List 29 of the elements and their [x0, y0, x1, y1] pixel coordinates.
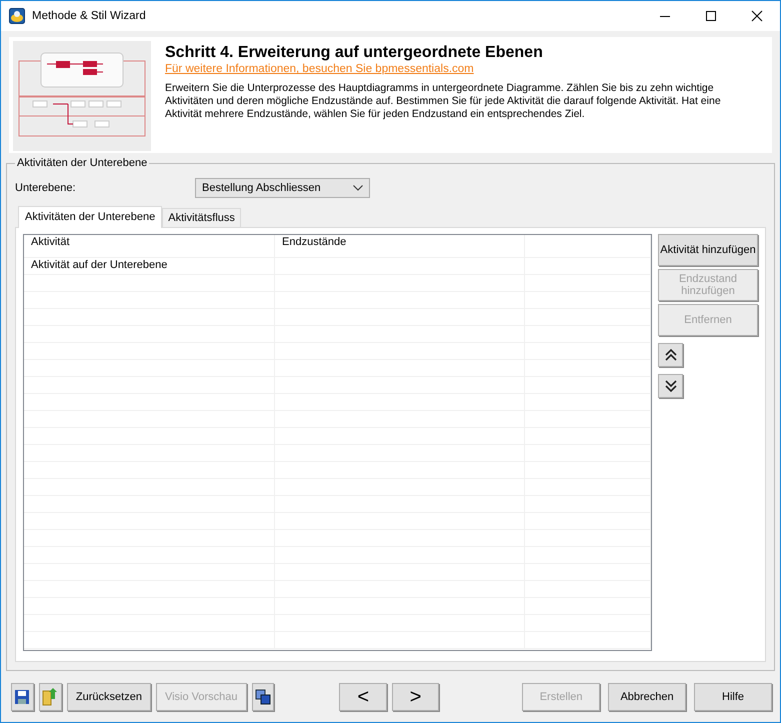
tab[interactable]: Aktivitäten der Unterebene [18, 206, 162, 228]
column-header: Endzustände [275, 235, 525, 257]
next-button[interactable]: > [392, 683, 440, 711]
step-description: Erweitern Sie die Unterprozesse des Hauptdiagramms in untergeordnete Diagramme. Zählen Sie bis zu zehn wichtige Aktivitäten und deren mögliche Endzustände auf. Bestimmen Sie für jede Aktivität die darauf folgende Aktivität. Hat eine Aktivität mehrere Endzustände, wählen Sie für jeden Endzustand ein entsprechendes Ziel. [165, 82, 722, 121]
side-button[interactable]: Aktivität hinzufügen [658, 234, 758, 266]
sublevel-dropdown[interactable]: Bestellung Abschliessen [195, 178, 370, 198]
app-icon [9, 8, 25, 24]
action-button[interactable]: Abbrechen [608, 683, 686, 711]
move-down-button[interactable] [658, 374, 683, 398]
window-title: Methode & Stil Wizard [32, 10, 146, 22]
save-button[interactable] [11, 683, 34, 711]
export-button[interactable] [38, 683, 62, 711]
tab[interactable]: Aktivitätsfluss [162, 208, 241, 227]
table-cell: Aktivität auf der Unterebene [24, 258, 275, 274]
step-title: Schritt 4. Erweiterung auf untergeordnete Ebenen [165, 43, 544, 62]
double-chevron-down-icon [664, 379, 676, 393]
windows-icon [254, 689, 271, 705]
caret-icon [353, 185, 363, 191]
sublevel-label: Unterebene: [15, 182, 77, 194]
move-up-button[interactable] [658, 343, 683, 367]
windows-button[interactable] [252, 683, 274, 711]
double-chevron-up-icon [664, 348, 676, 362]
close-icon[interactable] [751, 10, 763, 22]
maximize-icon[interactable] [705, 10, 717, 22]
column-header: Aktivität [24, 235, 275, 257]
action-button[interactable]: Hilfe [694, 683, 772, 711]
back-button[interactable]: < [339, 683, 387, 711]
reset-button[interactable]: Zurücksetzen [66, 683, 151, 711]
folder-arrow-icon [42, 688, 58, 706]
